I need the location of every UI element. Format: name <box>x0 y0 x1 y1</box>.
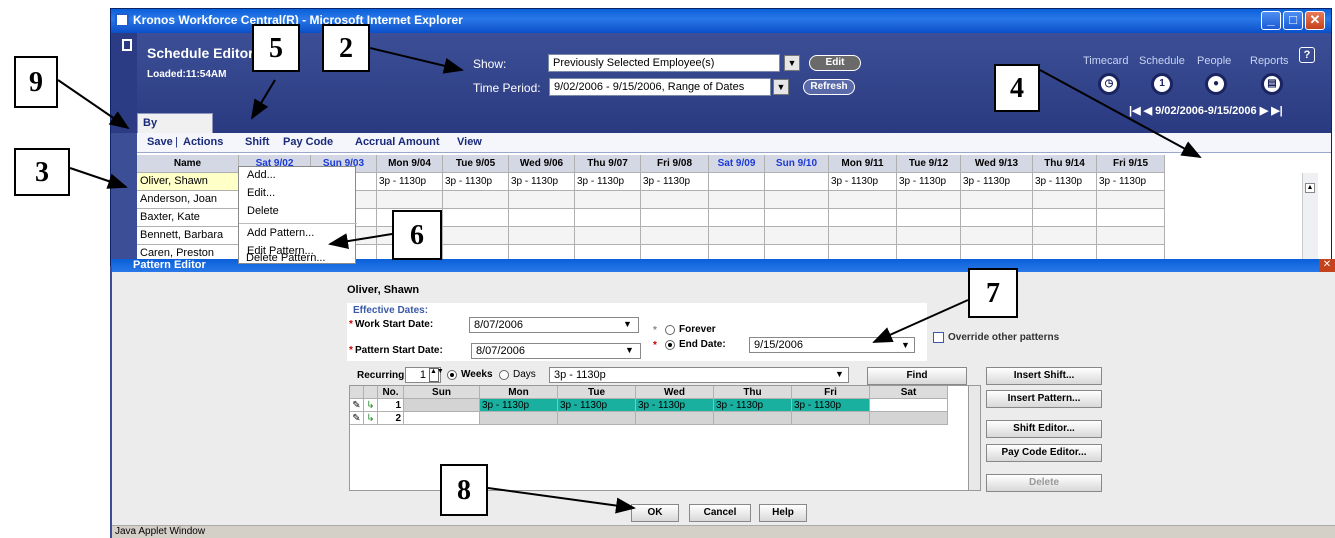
arrow-3 <box>69 167 128 189</box>
arrow-9 <box>57 79 130 130</box>
callout-9: 9 <box>14 56 58 108</box>
callout-6: 6 <box>392 210 442 260</box>
callout-3: 3 <box>14 148 70 196</box>
callout-7: 7 <box>968 268 1018 318</box>
arrow-6 <box>328 233 393 250</box>
arrow-7 <box>872 299 969 343</box>
arrow-5 <box>250 79 276 120</box>
callout-8: 8 <box>440 464 488 516</box>
arrow-8 <box>487 487 636 514</box>
annotation-arrows <box>57 47 1202 514</box>
arrow-2 <box>369 47 464 74</box>
arrow-4 <box>1039 69 1202 158</box>
callout-2: 2 <box>322 24 370 72</box>
callout-4: 4 <box>994 64 1040 112</box>
callout-5: 5 <box>252 24 300 72</box>
